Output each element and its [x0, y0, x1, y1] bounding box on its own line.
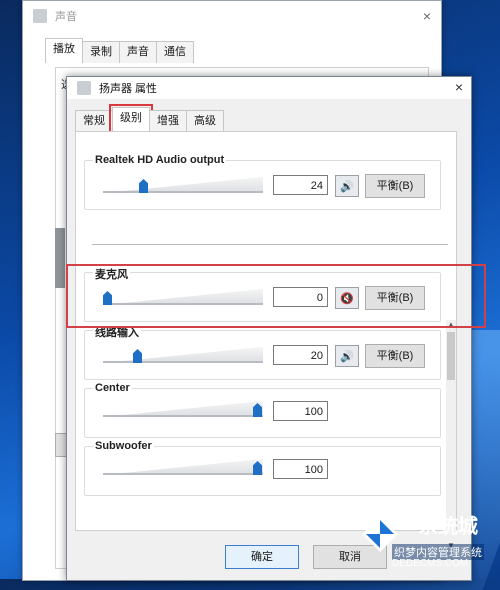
volume-value-field[interactable]: 100	[273, 459, 328, 479]
volume-value-field[interactable]: 24	[273, 175, 328, 195]
separator	[92, 244, 448, 245]
speaker-icon[interactable]: 🔊	[335, 175, 359, 197]
close-icon[interactable]: ×	[423, 8, 431, 24]
level-label: Realtek HD Audio output	[93, 154, 227, 166]
sound-title: 声音	[55, 11, 77, 23]
tab-enhancements[interactable]: 增强	[149, 110, 187, 132]
speaker-properties-dialog: 扬声器 属性 × 常规 级别 增强 高级 Realtek HD Audio ou…	[66, 76, 472, 581]
volume-slider-rail	[103, 191, 263, 193]
volume-slider-thumb[interactable]	[139, 179, 148, 193]
volume-slider-rail	[103, 473, 263, 475]
level-label: Subwoofer	[93, 440, 154, 452]
close-icon[interactable]: ×	[455, 79, 463, 95]
volume-value-field[interactable]: 20	[273, 345, 328, 365]
tab-levels[interactable]: 级别	[109, 104, 153, 135]
tab-sounds[interactable]: 声音	[119, 41, 157, 63]
levels-panel: Realtek HD Audio output 24 🔊 平衡(B) 麦克风 0…	[75, 131, 457, 550]
level-group-subwoofer: Subwoofer 100	[84, 440, 441, 496]
volume-slider-thumb[interactable]	[133, 349, 142, 363]
watermark-title: 系统城	[418, 516, 478, 538]
sound-tabs: 播放 录制 声音 通信	[45, 38, 194, 63]
ok-button[interactable]: 确定	[225, 545, 299, 569]
properties-title: 扬声器 属性	[99, 83, 158, 95]
microphone-highlight-box	[66, 264, 486, 328]
tab-general[interactable]: 常规	[75, 110, 113, 132]
speaker-icon	[33, 9, 47, 23]
level-group-line-in: 线路输入 20 🔊 平衡(B)	[84, 324, 441, 380]
level-group-center: Center 100	[84, 382, 441, 438]
volume-slider-rail	[103, 415, 263, 417]
device-list-item[interactable]	[55, 228, 65, 288]
scrollbar-thumb[interactable]	[447, 332, 455, 380]
level-group-realtek: Realtek HD Audio output 24 🔊 平衡(B)	[84, 154, 441, 210]
tab-advanced[interactable]: 高级	[186, 110, 224, 132]
tab-playback[interactable]: 播放	[45, 38, 83, 63]
properties-tabs: 常规 级别 增强 高级	[75, 104, 224, 135]
sound-titlebar: 声音	[23, 1, 441, 31]
watermark-url: DEDECMS.COM	[392, 558, 469, 569]
speaker-icon	[77, 81, 91, 95]
volume-value-field[interactable]: 100	[273, 401, 328, 421]
speaker-icon[interactable]: 🔊	[335, 345, 359, 367]
balance-button[interactable]: 平衡(B)	[365, 344, 425, 368]
balance-button[interactable]: 平衡(B)	[365, 174, 425, 198]
level-label: Center	[93, 382, 132, 394]
tab-recording[interactable]: 录制	[82, 41, 120, 63]
volume-slider-rail	[103, 361, 263, 363]
watermark: 系统城 织梦内容管理系统 DEDECMS.COM	[356, 508, 500, 579]
properties-titlebar: 扬声器 属性	[67, 77, 471, 99]
tab-communications[interactable]: 通信	[156, 41, 194, 63]
